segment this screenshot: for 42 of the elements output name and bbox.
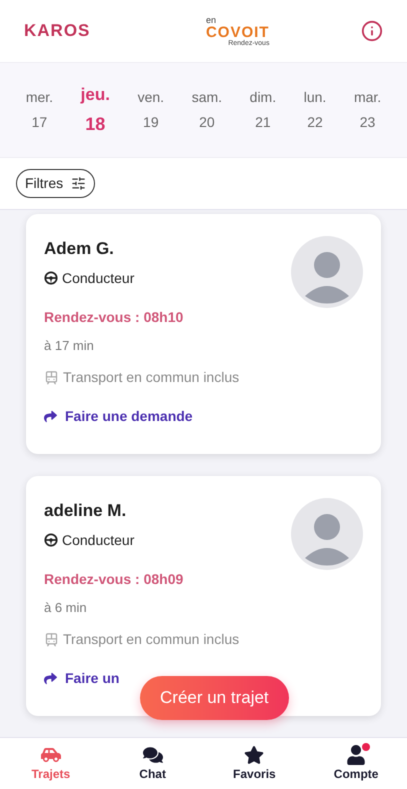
role-label: Conducteur	[62, 530, 134, 550]
chat-icon	[142, 744, 163, 764]
info-icon[interactable]	[360, 20, 383, 42]
share-arrow-icon	[44, 672, 57, 685]
request-link[interactable]: Faire une demande	[65, 406, 193, 427]
meeting-time: Rendez-vous : 08h09	[44, 570, 184, 588]
meeting-time: Rendez-vous : 08h10	[44, 308, 184, 326]
transit-text: Transport en commun inclus	[63, 368, 240, 387]
nav-tab[interactable]: Chat	[118, 744, 188, 782]
star-icon	[244, 744, 264, 764]
brand-logo: KAROS	[24, 20, 90, 42]
day-tab[interactable]: ven. 19	[134, 87, 168, 133]
day-tab[interactable]: mer. 17	[22, 87, 58, 133]
trip-card[interactable]: Adem G. Conducteur Rendez-vous : 08h10 à 17 min Transport en commun inclus Faire une demande	[26, 214, 381, 454]
distance-text: à 17 min	[44, 336, 95, 354]
nav-tab[interactable]: Trajets	[16, 744, 86, 782]
user-icon	[346, 744, 366, 764]
steering-wheel-icon	[44, 533, 58, 547]
driver-name: adeline M.	[44, 500, 128, 522]
driver-name: Adem G.	[44, 238, 115, 260]
day-tab[interactable]: dim. 21	[246, 87, 280, 133]
share-arrow-icon	[44, 410, 57, 423]
day-tab[interactable]: mar. 23	[350, 87, 386, 133]
logo-title: COVOIT	[206, 24, 270, 40]
day-tab[interactable]: sam. 20	[188, 87, 226, 133]
request-link[interactable]: Faire un	[65, 668, 120, 689]
nav-tab[interactable]: Favoris	[219, 744, 290, 782]
avatar-icon	[291, 236, 363, 308]
nav-tab[interactable]: Compte	[321, 744, 392, 782]
avatar-icon	[291, 498, 363, 570]
day-tab[interactable]: jeu. 18	[76, 82, 114, 138]
distance-text: à 6 min	[44, 598, 88, 616]
filter-button[interactable]: Filtres	[16, 169, 96, 198]
logo-prefix: en	[206, 16, 217, 24]
transit-icon	[44, 632, 59, 647]
transit-text: Transport en commun inclus	[63, 630, 240, 649]
sliders-icon	[71, 176, 86, 191]
day-tab[interactable]: lun. 22	[300, 87, 330, 133]
transit-icon	[44, 370, 59, 385]
create-trip-button[interactable]: Créer un trajet	[140, 676, 289, 720]
role-label: Conducteur	[62, 268, 134, 288]
steering-wheel-icon	[44, 271, 58, 285]
